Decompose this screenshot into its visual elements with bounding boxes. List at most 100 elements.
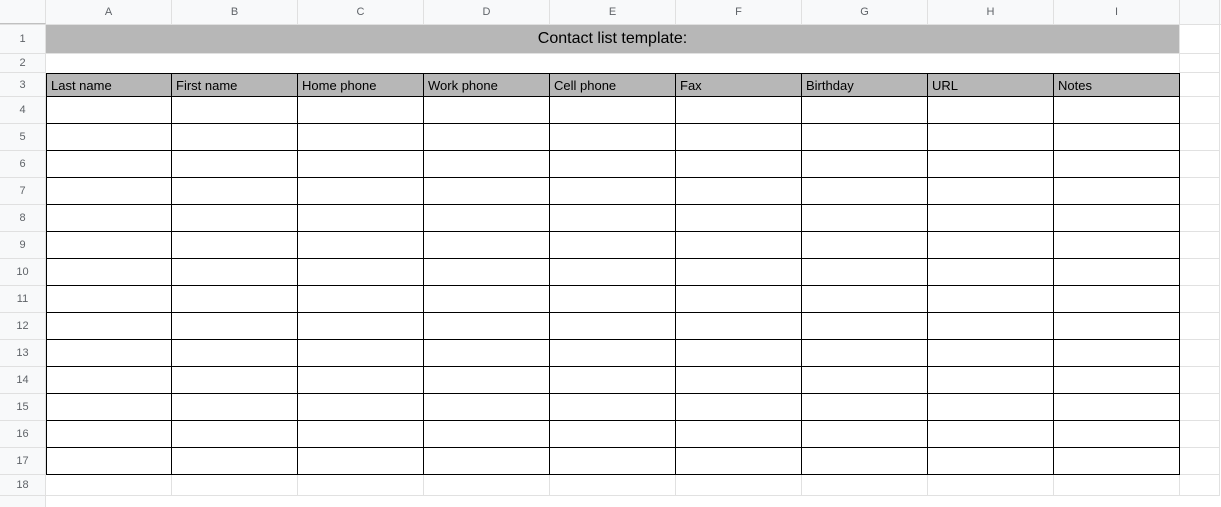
cell[interactable]: [46, 421, 172, 448]
row-header-17[interactable]: 17: [0, 448, 45, 475]
cell-extra[interactable]: [1180, 259, 1220, 286]
row-header-1[interactable]: 1: [0, 25, 45, 54]
cell[interactable]: [550, 313, 676, 340]
cell-extra[interactable]: [1180, 394, 1220, 421]
cell[interactable]: [550, 367, 676, 394]
cell[interactable]: [298, 151, 424, 178]
cell[interactable]: [172, 232, 298, 259]
cell[interactable]: [46, 367, 172, 394]
cell[interactable]: [802, 151, 928, 178]
row-header-14[interactable]: 14: [0, 367, 45, 394]
cell[interactable]: [676, 178, 802, 205]
cell-extra[interactable]: [1180, 25, 1220, 54]
cell[interactable]: [676, 54, 802, 73]
cell[interactable]: [928, 448, 1054, 475]
cell[interactable]: [928, 124, 1054, 151]
cell[interactable]: [424, 97, 550, 124]
cell[interactable]: [1054, 394, 1180, 421]
cell[interactable]: [550, 205, 676, 232]
cell[interactable]: [802, 475, 928, 496]
row-header-8[interactable]: 8: [0, 205, 45, 232]
header-work-phone[interactable]: Work phone: [424, 73, 550, 97]
cell[interactable]: [928, 367, 1054, 394]
col-header-e[interactable]: E: [550, 0, 676, 24]
cell[interactable]: [46, 54, 172, 73]
cell[interactable]: [172, 97, 298, 124]
row-header-11[interactable]: 11: [0, 286, 45, 313]
row-header-12[interactable]: 12: [0, 313, 45, 340]
cell[interactable]: [550, 259, 676, 286]
cell[interactable]: [424, 421, 550, 448]
cell[interactable]: [550, 448, 676, 475]
cell[interactable]: [1054, 124, 1180, 151]
cell[interactable]: [928, 97, 1054, 124]
cell[interactable]: [424, 259, 550, 286]
cell[interactable]: [1054, 286, 1180, 313]
cell[interactable]: [424, 178, 550, 205]
header-first-name[interactable]: First name: [172, 73, 298, 97]
cell[interactable]: [802, 286, 928, 313]
cell-extra[interactable]: [1180, 178, 1220, 205]
col-header-g[interactable]: G: [802, 0, 928, 24]
cell[interactable]: [46, 448, 172, 475]
cell[interactable]: [676, 421, 802, 448]
cell[interactable]: [424, 475, 550, 496]
cell[interactable]: [928, 286, 1054, 313]
cell[interactable]: [550, 151, 676, 178]
cell-extra[interactable]: [1180, 124, 1220, 151]
cell[interactable]: [928, 421, 1054, 448]
cell-extra[interactable]: [1180, 448, 1220, 475]
cell[interactable]: [46, 394, 172, 421]
col-header-i[interactable]: I: [1054, 0, 1180, 24]
row-header-5[interactable]: 5: [0, 124, 45, 151]
header-last-name[interactable]: Last name: [46, 73, 172, 97]
cell[interactable]: [1054, 259, 1180, 286]
cell[interactable]: [424, 367, 550, 394]
header-notes[interactable]: Notes: [1054, 73, 1180, 97]
cell[interactable]: [802, 97, 928, 124]
cell-extra[interactable]: [1180, 313, 1220, 340]
cell[interactable]: [550, 394, 676, 421]
cell[interactable]: [424, 232, 550, 259]
cell[interactable]: [46, 475, 172, 496]
cell[interactable]: [172, 475, 298, 496]
cell[interactable]: [802, 421, 928, 448]
row-header-7[interactable]: 7: [0, 178, 45, 205]
cell[interactable]: [172, 367, 298, 394]
cell[interactable]: [46, 124, 172, 151]
header-birthday[interactable]: Birthday: [802, 73, 928, 97]
cell[interactable]: [802, 394, 928, 421]
cell[interactable]: [1054, 421, 1180, 448]
cell[interactable]: [298, 313, 424, 340]
cell[interactable]: [46, 151, 172, 178]
col-header-f[interactable]: F: [676, 0, 802, 24]
cell[interactable]: [802, 124, 928, 151]
cell[interactable]: [550, 475, 676, 496]
cell[interactable]: [46, 232, 172, 259]
cell[interactable]: [172, 54, 298, 73]
cell[interactable]: [802, 367, 928, 394]
cell[interactable]: [298, 97, 424, 124]
cell[interactable]: [46, 286, 172, 313]
row-header-3[interactable]: 3: [0, 73, 45, 97]
cell[interactable]: [172, 394, 298, 421]
cell[interactable]: [298, 340, 424, 367]
cell[interactable]: [1054, 367, 1180, 394]
col-header-c[interactable]: C: [298, 0, 424, 24]
cell[interactable]: [298, 54, 424, 73]
cell[interactable]: [172, 259, 298, 286]
cell[interactable]: [1054, 97, 1180, 124]
cell[interactable]: [550, 178, 676, 205]
cell-extra[interactable]: [1180, 97, 1220, 124]
cell-extra[interactable]: [1180, 367, 1220, 394]
cell[interactable]: [298, 448, 424, 475]
cell[interactable]: [46, 97, 172, 124]
cell[interactable]: [676, 124, 802, 151]
cell[interactable]: [298, 178, 424, 205]
cell[interactable]: [802, 259, 928, 286]
cell[interactable]: [424, 54, 550, 73]
cell[interactable]: [424, 205, 550, 232]
cell[interactable]: [676, 232, 802, 259]
cell-extra[interactable]: [1180, 205, 1220, 232]
header-fax[interactable]: Fax: [676, 73, 802, 97]
